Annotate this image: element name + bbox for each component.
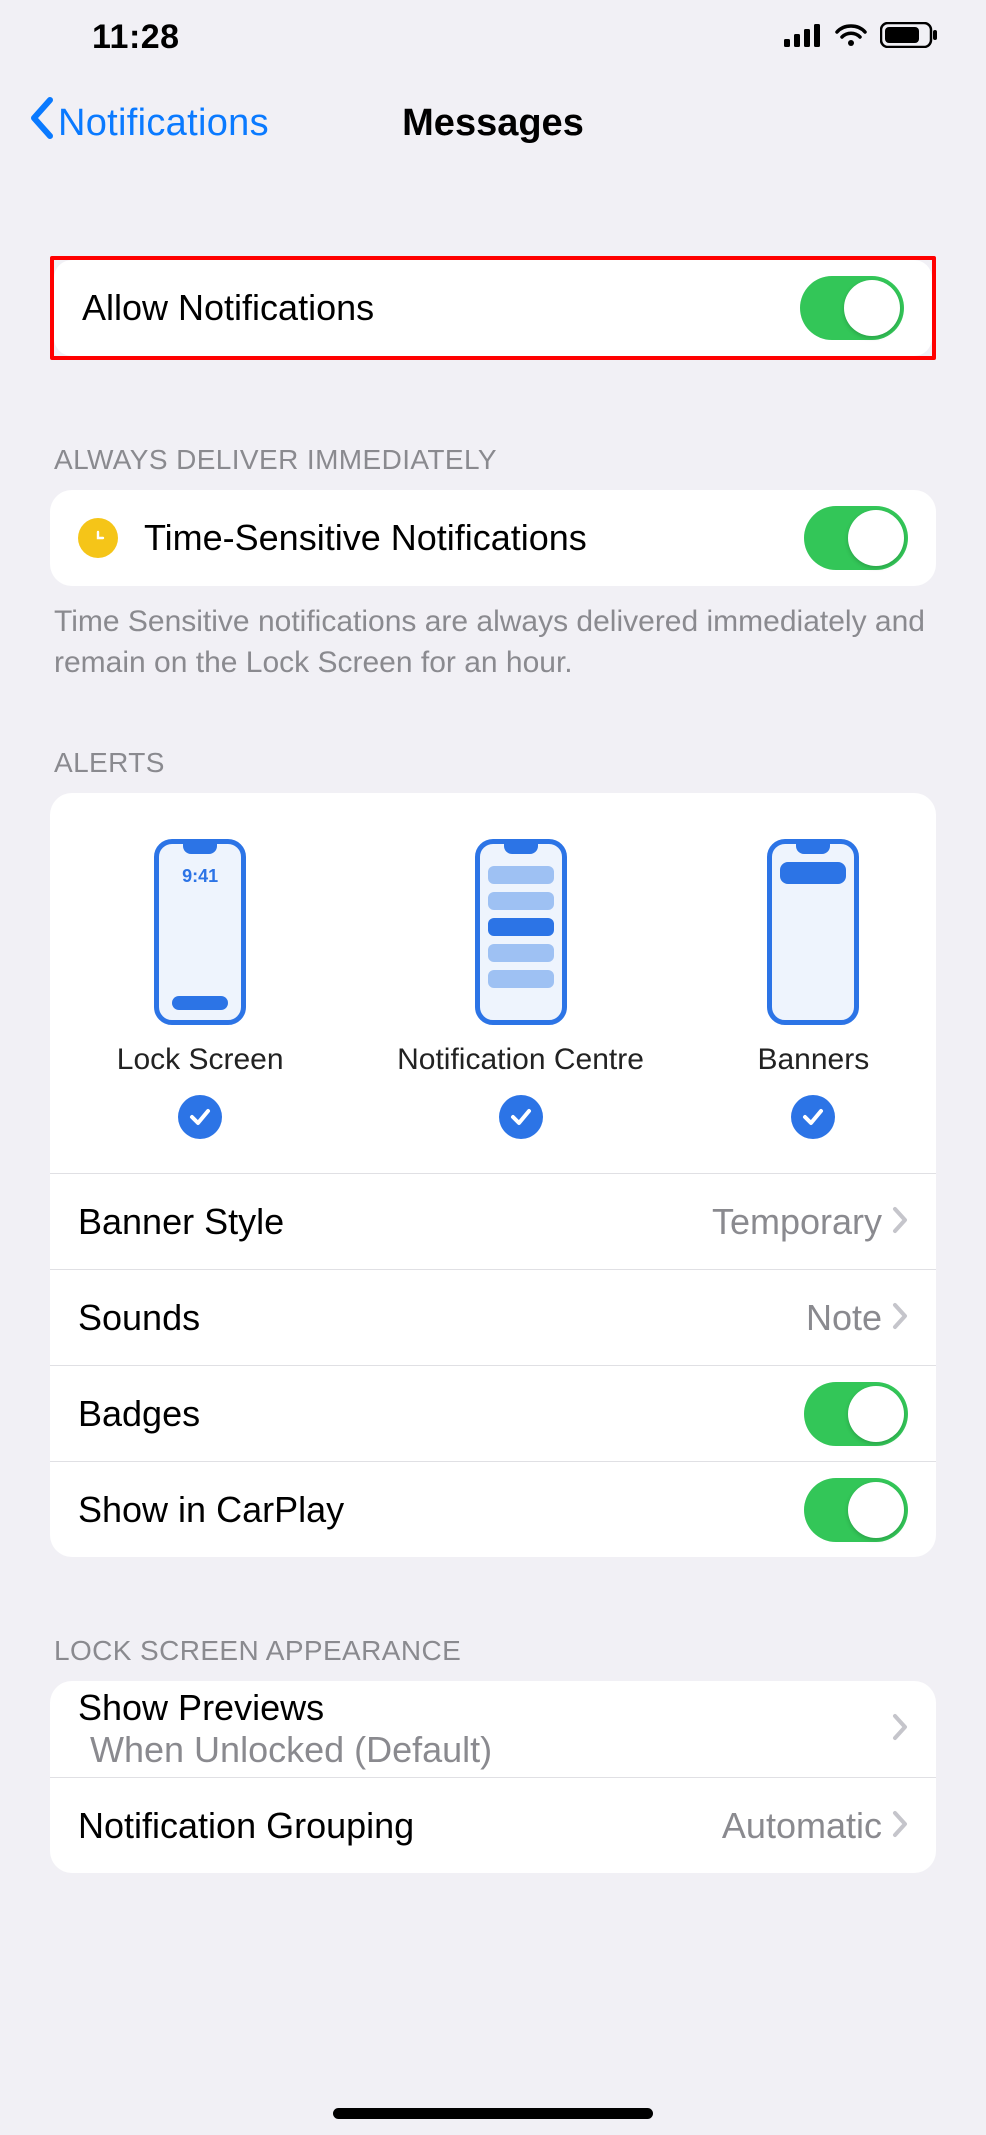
show-previews-label: Show Previews [78, 1687, 324, 1728]
alert-style-options: 9:41 Lock Screen Notification Centre [50, 793, 936, 1173]
time-sensitive-toggle[interactable] [804, 506, 908, 570]
battery-icon [880, 22, 938, 53]
chevron-right-icon [892, 1708, 908, 1750]
alert-option-label: Banners [757, 1043, 869, 1077]
status-indicators [784, 22, 938, 53]
banners-preview-icon [767, 839, 859, 1025]
checkmark-icon [791, 1095, 835, 1139]
chevron-right-icon [892, 1297, 908, 1339]
carplay-row[interactable]: Show in CarPlay [50, 1461, 936, 1557]
alert-option-banners[interactable]: Banners [757, 839, 869, 1139]
notification-grouping-value: Automatic [722, 1805, 882, 1847]
badges-label: Badges [78, 1393, 200, 1435]
time-sensitive-footer: Time Sensitive notifications are always … [50, 586, 936, 683]
time-sensitive-row[interactable]: Time-Sensitive Notifications [50, 490, 936, 586]
nav-bar: Notifications Messages [0, 74, 986, 172]
wifi-icon [834, 23, 868, 52]
clock-icon [78, 518, 118, 558]
allow-notifications-label: Allow Notifications [82, 287, 374, 329]
always-deliver-header: ALWAYS DELIVER IMMEDIATELY [50, 444, 936, 490]
notification-grouping-label: Notification Grouping [78, 1805, 414, 1847]
show-previews-value: When Unlocked (Default) [90, 1729, 492, 1771]
carplay-toggle[interactable] [804, 1478, 908, 1542]
alert-option-label: Notification Centre [397, 1043, 644, 1077]
home-indicator[interactable] [333, 2108, 653, 2119]
alert-option-label: Lock Screen [117, 1043, 284, 1077]
carplay-label: Show in CarPlay [78, 1489, 344, 1531]
sounds-label: Sounds [78, 1297, 200, 1339]
notification-grouping-row[interactable]: Notification Grouping Automatic [50, 1777, 936, 1873]
show-previews-row[interactable]: Show Previews When Unlocked (Default) [50, 1681, 936, 1777]
time-sensitive-label: Time-Sensitive Notifications [144, 517, 587, 559]
chevron-right-icon [892, 1201, 908, 1243]
badges-toggle[interactable] [804, 1382, 908, 1446]
sounds-row[interactable]: Sounds Note [50, 1269, 936, 1365]
notification-centre-preview-icon [475, 839, 567, 1025]
banner-style-label: Banner Style [78, 1201, 284, 1243]
banner-style-row[interactable]: Banner Style Temporary [50, 1173, 936, 1269]
banner-style-value: Temporary [712, 1201, 882, 1243]
status-time: 11:28 [92, 18, 180, 57]
badges-row[interactable]: Badges [50, 1365, 936, 1461]
back-button[interactable]: Notifications [28, 97, 269, 149]
sounds-value: Note [806, 1297, 882, 1339]
chevron-left-icon [28, 97, 54, 149]
lockscreen-appearance-header: LOCK SCREEN APPEARANCE [50, 1635, 936, 1681]
alerts-header: ALERTS [50, 747, 936, 793]
allow-notifications-highlight: Allow Notifications [50, 256, 936, 360]
lockscreen-preview-icon: 9:41 [154, 839, 246, 1025]
checkmark-icon [178, 1095, 222, 1139]
lockscreen-preview-time: 9:41 [182, 866, 218, 887]
allow-notifications-toggle[interactable] [800, 276, 904, 340]
alert-option-notification-centre[interactable]: Notification Centre [397, 839, 644, 1139]
chevron-right-icon [892, 1805, 908, 1847]
alert-option-lockscreen[interactable]: 9:41 Lock Screen [117, 839, 284, 1139]
allow-notifications-row[interactable]: Allow Notifications [54, 260, 932, 356]
back-label: Notifications [58, 102, 269, 145]
status-bar: 11:28 [0, 0, 986, 74]
cellular-icon [784, 23, 822, 52]
checkmark-icon [499, 1095, 543, 1139]
